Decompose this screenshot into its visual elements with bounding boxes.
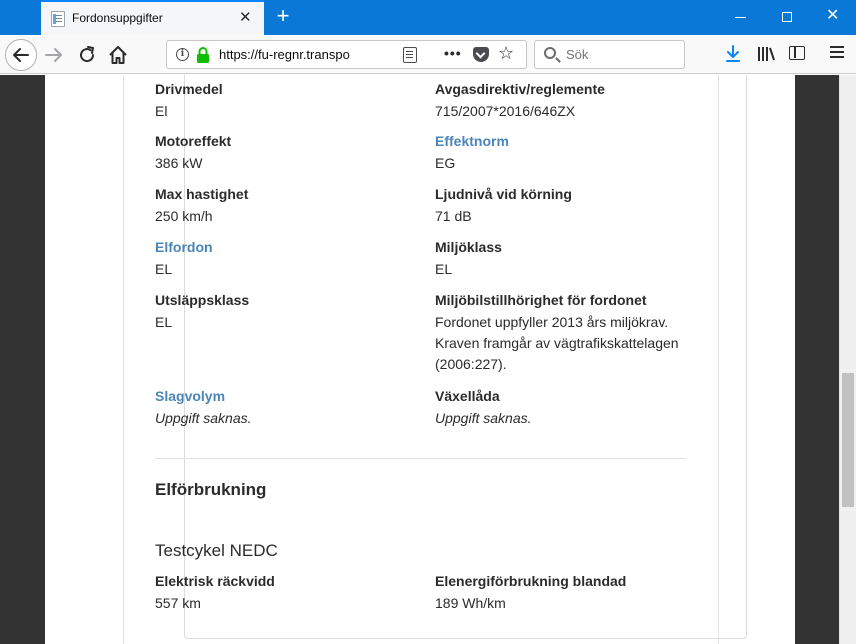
- field-value-line: Fordonet uppfyller 2013 års miljökrav.: [435, 314, 669, 330]
- field-label: Max hastighet: [155, 186, 249, 202]
- field-electric-vehicle: Elfordon EL: [155, 238, 425, 280]
- page-background-left: [0, 75, 45, 644]
- page-favicon-icon: [51, 11, 65, 27]
- field-value-line: (2006:227).: [435, 356, 507, 372]
- field-label: Elenergiförbrukning blandad: [435, 573, 627, 589]
- field-value: EG: [435, 155, 456, 171]
- field-value: 386 kW: [155, 155, 203, 171]
- reload-icon: [80, 46, 95, 63]
- scrollbar-thumb[interactable]: [842, 373, 854, 507]
- field-value-line: Kraven framgår av vägtrafikskattelagen: [435, 335, 679, 351]
- title-bar: Fordonsuppgifter ✕ + ✕: [0, 0, 856, 35]
- url-fade: [347, 44, 369, 65]
- field-label: Växellåda: [435, 388, 500, 404]
- url-bar[interactable]: i https://fu-regnr.transpo ••• ☆: [166, 40, 527, 69]
- subsection-title-nedc: Testcykel NEDC: [155, 541, 278, 560]
- field-value: 250 km/h: [155, 208, 213, 224]
- field-label: Utsläppsklass: [155, 292, 250, 308]
- info-icon[interactable]: i: [176, 48, 189, 61]
- field-label: Ljudnivå vid körning: [435, 186, 572, 202]
- field-value: Uppgift saknas.: [435, 410, 532, 426]
- field-gearbox: Växellåda Uppgift saknas.: [435, 387, 705, 429]
- home-icon: [109, 46, 127, 64]
- tab-close-icon[interactable]: ✕: [239, 10, 252, 26]
- window-minimize-icon[interactable]: [735, 17, 746, 18]
- window-maximize-icon[interactable]: [782, 12, 792, 22]
- field-value: EL: [155, 314, 173, 330]
- field-label: Elektrisk räckvidd: [155, 573, 275, 589]
- field-value: 715/2007*2016/646ZX: [435, 103, 576, 119]
- page-actions-icon[interactable]: •••: [444, 45, 462, 61]
- field-eco-car-status: Miljöbilstillhörighet för fordonet Fordo…: [435, 291, 705, 375]
- reload-button[interactable]: [76, 44, 98, 66]
- field-value: Uppgift saknas.: [155, 410, 252, 426]
- download-icon[interactable]: [724, 44, 742, 64]
- field-power-norm: Effektnorm EG: [435, 132, 705, 174]
- pocket-icon[interactable]: [473, 47, 489, 62]
- field-value: EL: [155, 261, 173, 277]
- section-divider: [155, 458, 686, 459]
- field-displacement: Slagvolym Uppgift saknas.: [155, 387, 425, 429]
- field-fuel: Drivmedel El: [155, 80, 425, 122]
- effektnorm-link[interactable]: Effektnorm: [435, 132, 705, 151]
- field-label: Motoreffekt: [155, 133, 232, 149]
- section-title-electric-consumption: Elförbrukning: [155, 480, 267, 499]
- new-tab-button[interactable]: +: [271, 4, 295, 30]
- slagvolym-link[interactable]: Slagvolym: [155, 387, 425, 406]
- window-close-icon[interactable]: ✕: [826, 7, 839, 25]
- page-background-right: [795, 75, 839, 644]
- field-emission-class: Utsläppsklass EL: [155, 291, 425, 333]
- library-icon[interactable]: [757, 45, 777, 63]
- field-electric-range: Elektrisk räckvidd 557 km: [155, 572, 425, 614]
- bookmark-star-icon[interactable]: ☆: [498, 43, 514, 64]
- reader-view-icon[interactable]: [403, 47, 417, 63]
- url-text[interactable]: https://fu-regnr.transpo: [219, 47, 366, 62]
- browser-tab[interactable]: Fordonsuppgifter ✕: [41, 0, 264, 35]
- sidebar-toggle-icon[interactable]: [789, 46, 805, 60]
- search-placeholder: Sök: [566, 47, 589, 62]
- field-environment-class: Miljöklass EL: [435, 238, 705, 280]
- field-value: El: [155, 103, 168, 119]
- arrow-right-icon: [45, 48, 62, 62]
- field-emission-directive: Avgasdirektiv/reglemente 715/2007*2016/6…: [435, 80, 705, 122]
- hamburger-menu-icon[interactable]: [830, 46, 844, 48]
- forward-button[interactable]: [43, 44, 65, 66]
- tab-title: Fordonsuppgifter: [72, 11, 163, 25]
- field-max-speed: Max hastighet 250 km/h: [155, 185, 425, 227]
- search-bar[interactable]: Sök: [534, 40, 685, 69]
- field-value: 71 dB: [435, 208, 472, 224]
- elfordon-link[interactable]: Elfordon: [155, 238, 425, 257]
- lock-icon[interactable]: [196, 47, 210, 63]
- field-energy-consumption: Elenergiförbrukning blandad 189 Wh/km: [435, 572, 705, 614]
- arrow-left-icon: [13, 48, 29, 62]
- field-value: EL: [435, 261, 453, 277]
- field-label: Drivmedel: [155, 81, 223, 97]
- field-value: 557 km: [155, 595, 201, 611]
- vertical-scrollbar[interactable]: [839, 75, 856, 644]
- field-label: Miljöbilstillhörighet för fordonet: [435, 292, 647, 308]
- field-label: Avgasdirektiv/reglemente: [435, 81, 605, 97]
- field-noise-level: Ljudnivå vid körning 71 dB: [435, 185, 705, 227]
- field-label: Miljöklass: [435, 239, 502, 255]
- field-value: 189 Wh/km: [435, 595, 506, 611]
- back-button[interactable]: [5, 39, 37, 71]
- field-engine-power: Motoreffekt 386 kW: [155, 132, 425, 174]
- home-button[interactable]: [107, 44, 129, 66]
- search-icon: [544, 47, 556, 59]
